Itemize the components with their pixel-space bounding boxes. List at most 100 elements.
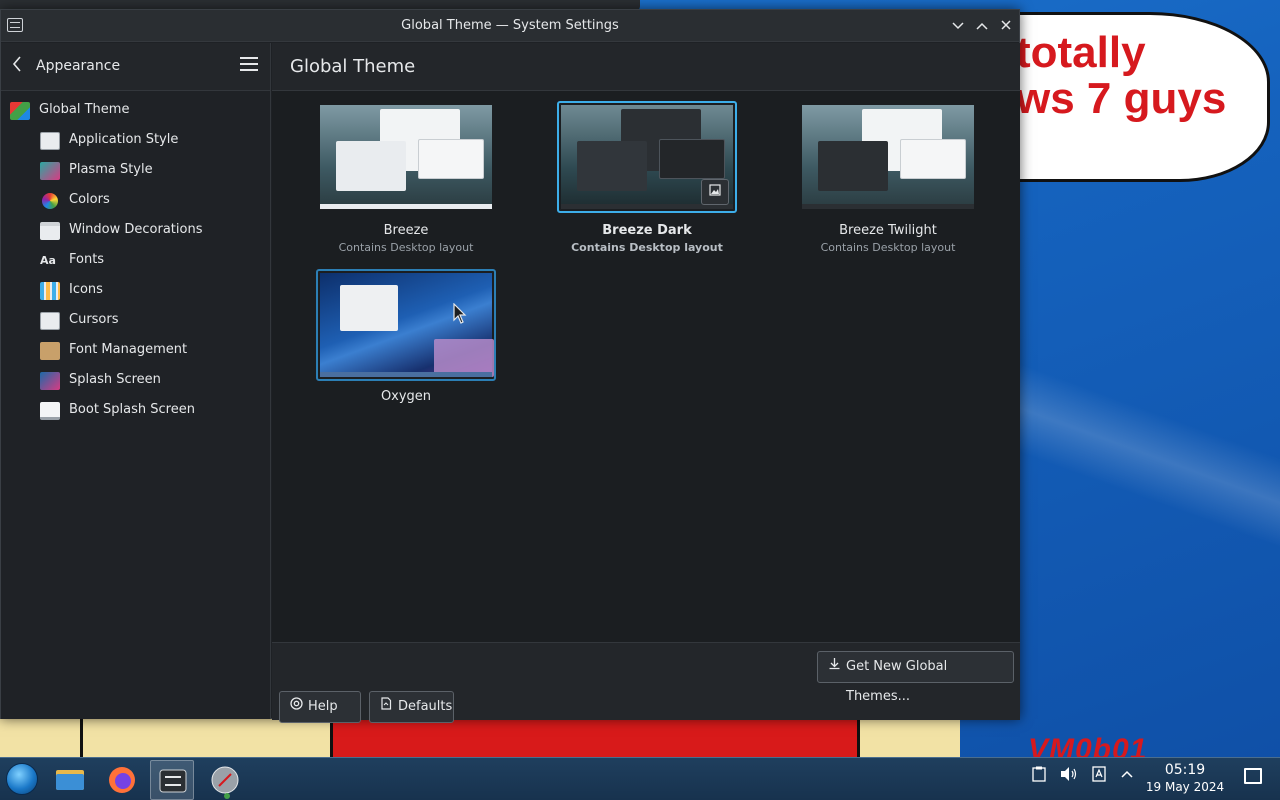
download-icon [828, 652, 841, 682]
font-management-icon [40, 342, 60, 360]
sidebar-item-cursors[interactable]: Cursors [1, 305, 270, 335]
sidebar-item-label: Boot Splash Screen [69, 402, 195, 417]
window-titlebar[interactable]: Global Theme — System Settings [1, 10, 1019, 42]
theme-description: Contains Desktop layout [338, 241, 474, 254]
settings-icon [159, 769, 187, 793]
hamburger-menu-button[interactable] [240, 57, 258, 71]
taskbar-system-settings[interactable] [150, 760, 194, 800]
sidebar-item-fonts[interactable]: Aa Fonts [1, 245, 270, 275]
main-header: Global Theme [272, 43, 1020, 91]
sidebar-item-label: Font Management [69, 342, 188, 357]
window-title: Global Theme — System Settings [401, 18, 619, 33]
start-button[interactable] [6, 763, 38, 795]
sidebar-item-global-theme[interactable]: Global Theme [1, 95, 270, 125]
mouse-cursor-icon [453, 303, 467, 324]
sidebar-item-boot-splash-screen[interactable]: Boot Splash Screen [1, 395, 270, 425]
theme-card-breeze[interactable]: Breeze Contains Desktop layout [286, 101, 526, 261]
theme-name: Breeze [383, 223, 429, 238]
tray-expand-icon[interactable] [1116, 766, 1138, 786]
defaults-button[interactable]: Defaults [369, 691, 454, 723]
wallpaper-light-ray [990, 320, 1280, 620]
fonts-icon: Aa [40, 254, 56, 267]
help-label: Help [308, 699, 338, 714]
sidebar-item-label: Splash Screen [69, 372, 161, 387]
clock-time[interactable]: 05:19 [1140, 762, 1230, 778]
boot-splash-screen-icon [40, 402, 60, 420]
show-desktop-button[interactable] [1244, 768, 1262, 784]
theme-card-breeze-twilight[interactable]: Breeze Twilight Contains Desktop layout [768, 101, 1008, 261]
plasma-style-icon [40, 162, 60, 180]
system-settings-window: Global Theme — System Settings Appearanc… [0, 9, 1020, 723]
clock-date[interactable]: 19 May 2024 [1140, 780, 1230, 794]
sidebar-item-label: Application Style [69, 132, 179, 147]
sidebar-item-label: Plasma Style [69, 162, 153, 177]
theme-card-breeze-dark[interactable]: Breeze Dark Contains Desktop layout [527, 101, 767, 261]
document-revert-icon [380, 692, 392, 722]
global-theme-icon [10, 102, 30, 120]
splash-screen-icon [40, 372, 60, 390]
sidebar-nav: Global Theme Application Style Plasma St… [1, 91, 270, 425]
sidebar: Appearance Global Theme Application Styl… [1, 43, 271, 719]
defaults-label: Defaults [398, 699, 453, 714]
sidebar-item-application-style[interactable]: Application Style [1, 125, 270, 155]
volume-icon[interactable] [1058, 766, 1080, 786]
keyboard-layout-icon[interactable] [1088, 766, 1110, 786]
firefox-icon [109, 767, 135, 793]
sidebar-item-font-management[interactable]: Font Management [1, 335, 270, 365]
taskbar-file-manager[interactable] [48, 760, 92, 800]
help-button[interactable]: Help [279, 691, 361, 723]
sidebar-item-icons[interactable]: Icons [1, 275, 270, 305]
sidebar-item-label: Window Decorations [69, 222, 203, 237]
sidebar-item-label: Colors [69, 192, 110, 207]
theme-thumbnail[interactable] [316, 269, 496, 381]
theme-name: Breeze Twilight [839, 223, 937, 238]
application-style-icon [40, 132, 60, 150]
sidebar-item-splash-screen[interactable]: Splash Screen [1, 365, 270, 395]
close-button[interactable] [996, 16, 1016, 36]
sidebar-item-label: Cursors [69, 312, 119, 327]
sidebar-item-label: Global Theme [39, 102, 130, 117]
image-icon [709, 184, 721, 196]
theme-card-oxygen[interactable]: Oxygen [286, 269, 526, 419]
taskbar: 05:19 19 May 2024 [0, 757, 1280, 800]
theme-name: Oxygen [380, 389, 432, 404]
help-icon [290, 692, 303, 722]
back-button[interactable] [11, 55, 27, 78]
wallpaper-outline [80, 718, 960, 758]
get-new-themes-button[interactable]: Get New Global Themes... [817, 651, 1014, 704]
theme-thumbnail[interactable] [316, 101, 496, 213]
cursors-icon [40, 312, 60, 330]
preview-button[interactable] [701, 179, 729, 205]
speech-bubble-text: totally ws 7 guys [1016, 28, 1227, 123]
page-title: Global Theme [290, 56, 416, 77]
get-new-themes-label: Get New Global Themes... [846, 659, 948, 704]
theme-name: Breeze Dark [602, 223, 692, 238]
clipboard-icon[interactable] [1028, 766, 1050, 786]
window-decorations-icon [40, 222, 60, 240]
close-icon [1001, 20, 1011, 30]
theme-description: Contains Desktop layout [820, 241, 956, 254]
main-panel: Global Theme Breeze Contains Desktop lay… [272, 43, 1020, 719]
colors-icon [42, 193, 58, 209]
chevron-down-icon [952, 22, 964, 30]
taskbar-firefox[interactable] [100, 760, 144, 800]
sidebar-item-label: Fonts [69, 252, 105, 267]
sidebar-item-label: Icons [69, 282, 103, 297]
chevron-up-icon [976, 22, 988, 30]
breadcrumb[interactable]: Appearance [36, 58, 120, 74]
footer-bar: Get New Global Themes... Help Defaults [272, 642, 1020, 723]
theme-thumbnail[interactable] [557, 101, 737, 213]
sidebar-header: Appearance [1, 43, 270, 91]
sidebar-item-window-decorations[interactable]: Window Decorations [1, 215, 270, 245]
sidebar-item-plasma-style[interactable]: Plasma Style [1, 155, 270, 185]
maximize-button[interactable] [972, 16, 992, 36]
minimize-button[interactable] [948, 16, 968, 36]
icons-icon [40, 282, 60, 300]
compass-icon [211, 766, 239, 799]
folder-icon [56, 770, 84, 790]
theme-thumbnail[interactable] [798, 101, 978, 213]
chevron-left-icon [12, 56, 21, 72]
theme-description: Contains Desktop layout [571, 241, 723, 254]
taskbar-app[interactable] [203, 760, 247, 800]
sidebar-item-colors[interactable]: Colors [1, 185, 270, 215]
